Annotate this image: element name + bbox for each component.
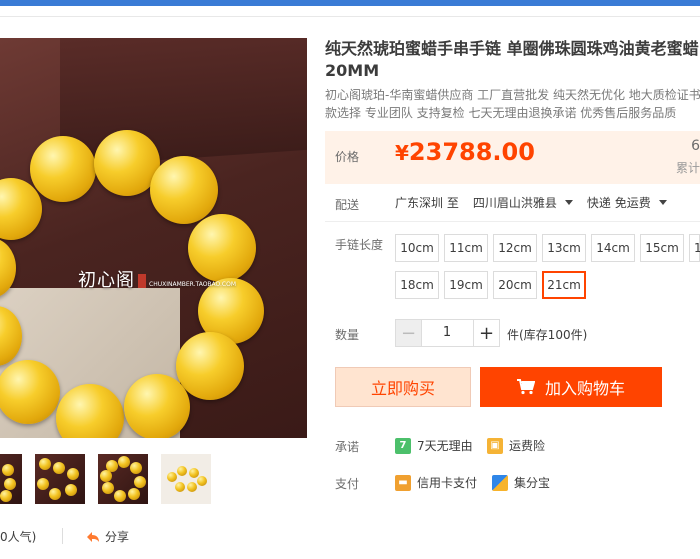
- amber-bead: [150, 156, 218, 224]
- sales-label: 累计: [675, 161, 700, 175]
- share-button[interactable]: 分享: [86, 528, 129, 545]
- divider: [62, 528, 63, 544]
- top-nav-bar: [0, 0, 700, 6]
- sku-option[interactable]: 20cm: [493, 271, 537, 299]
- shipping-selector[interactable]: 快递 免运费: [587, 194, 667, 211]
- sku-option[interactable]: 1: [689, 234, 700, 262]
- cart-icon: [516, 379, 535, 395]
- quantity-decrease-button[interactable]: −: [395, 319, 422, 347]
- quantity-label: 数量: [335, 328, 360, 342]
- thumbnail[interactable]: [98, 454, 148, 504]
- amber-bead: [30, 136, 96, 202]
- product-subtitle: 初心阁琥珀-华南蜜蜡供应商 工厂直营批发 纯天然无优化 地大质检证书 款选择 专…: [325, 86, 700, 122]
- sku-option[interactable]: 11cm: [444, 234, 488, 262]
- thumbnail[interactable]: [0, 454, 22, 504]
- main-product-image[interactable]: 初心阁 CHUXINAMBER.TAOBAO.COM: [0, 38, 307, 438]
- seven-day-return[interactable]: 7 7天无理由: [395, 437, 473, 454]
- add-to-cart-button[interactable]: 加入购物车: [480, 367, 662, 407]
- thumbnail[interactable]: [35, 454, 85, 504]
- credit-card-payment[interactable]: ▬ 信用卡支付: [395, 474, 477, 491]
- insurance-label: 运费险: [509, 439, 546, 453]
- subtitle-line: 款选择 专业团队 支持复检 七天无理由退换承诺 优秀售后服务品质: [325, 106, 677, 120]
- shipping-insurance[interactable]: ▣ 运费险: [487, 437, 545, 454]
- jifenbao-icon: [492, 474, 508, 491]
- sku-option[interactable]: 15cm: [640, 234, 684, 262]
- divider: [325, 221, 700, 222]
- price-value: ¥23788.00: [395, 138, 535, 166]
- sku-option[interactable]: 14cm: [591, 234, 635, 262]
- jifenbao-label: 集分宝: [514, 476, 551, 490]
- chevron-down-icon: [564, 200, 573, 205]
- buy-now-button[interactable]: 立即购买: [335, 367, 471, 407]
- sku-option[interactable]: 10cm: [395, 234, 439, 262]
- sku-label: 手链长度: [335, 238, 384, 252]
- brand-watermark: 初心阁 CHUXINAMBER.TAOBAO.COM: [78, 270, 237, 291]
- divider: [0, 16, 700, 17]
- sku-option[interactable]: 13cm: [542, 234, 586, 262]
- destination-selector[interactable]: 四川眉山洪雅县: [473, 194, 573, 211]
- seven-day-label: 7天无理由: [417, 439, 473, 453]
- share-label: 分享: [105, 530, 130, 544]
- subtitle-line: 初心阁琥珀-华南蜜蜡供应商 工厂直营批发 纯天然无优化 地大质检证书: [325, 88, 700, 102]
- thumbnail[interactable]: [161, 454, 211, 504]
- sku-option[interactable]: 19cm: [444, 271, 488, 299]
- payment-label: 支付: [335, 477, 360, 491]
- quantity-increase-button[interactable]: +: [473, 319, 500, 347]
- product-title: 纯天然琥珀蜜蜡手串手链 单圈佛珠圆珠鸡油黄老蜜蜡: [325, 39, 699, 58]
- amber-bead: [124, 374, 190, 438]
- credit-card-icon: ▬: [395, 474, 411, 491]
- credit-card-label: 信用卡支付: [417, 476, 478, 490]
- add-to-cart-label: 加入购物车: [544, 379, 625, 398]
- sku-option-selected[interactable]: 21cm: [542, 271, 586, 299]
- price-label: 价格: [335, 150, 360, 164]
- share-icon: [87, 531, 99, 542]
- sales-count: 6: [691, 138, 700, 154]
- stock-info: 件(库存100件): [507, 328, 588, 342]
- product-title-line2: 20MM: [325, 61, 380, 80]
- delivery-origin: 广东深圳 至: [395, 196, 459, 210]
- popularity-count: 0人气): [0, 530, 37, 544]
- sku-option[interactable]: 18cm: [395, 271, 439, 299]
- delivery-label: 配送: [335, 198, 360, 212]
- jifenbao-payment[interactable]: 集分宝: [492, 474, 550, 491]
- sku-option[interactable]: 12cm: [493, 234, 537, 262]
- amber-bead: [176, 332, 244, 400]
- seven-day-icon: 7: [395, 437, 411, 454]
- price-panel: 价格 ¥23788.00 6 累计: [325, 131, 700, 184]
- promise-label: 承诺: [335, 440, 360, 454]
- quantity-input[interactable]: 1: [421, 319, 473, 347]
- chevron-down-icon: [658, 200, 667, 205]
- insurance-icon: ▣: [487, 437, 503, 454]
- delivery-row: 广东深圳 至 四川眉山洪雅县 快递 免运费: [395, 194, 667, 211]
